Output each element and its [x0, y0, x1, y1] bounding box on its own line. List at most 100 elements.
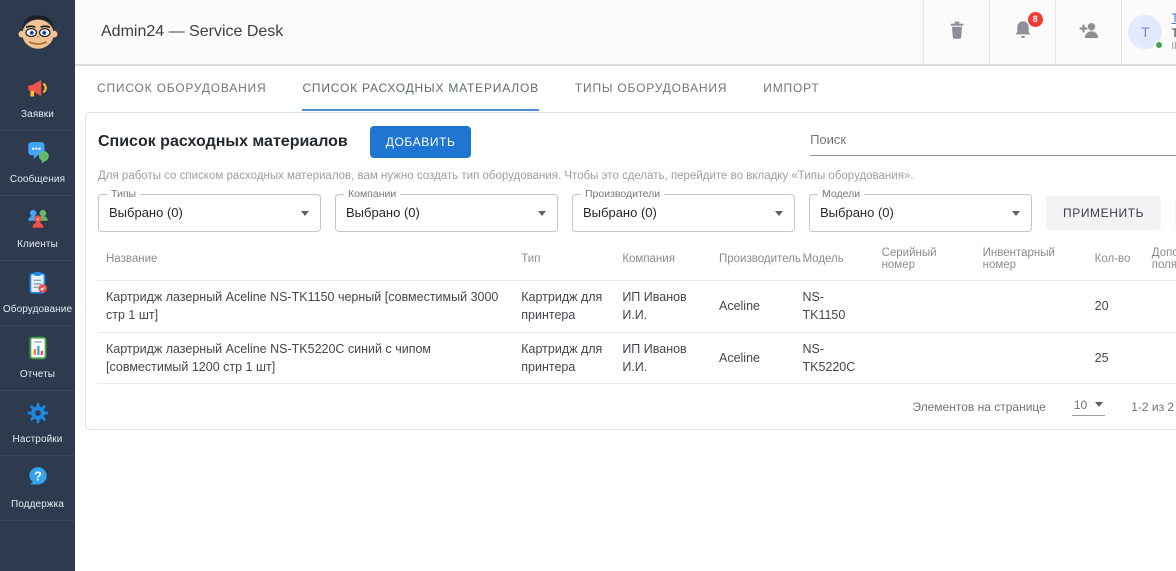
- user-avatar[interactable]: T: [1128, 15, 1162, 49]
- cell-type: Картридж для принтера: [513, 333, 614, 385]
- col-serial: Серийный номер: [874, 236, 975, 281]
- cell-extra-fields: [1144, 333, 1176, 385]
- trash-button[interactable]: [923, 0, 989, 64]
- sidebar-item-label: Поддержка: [11, 499, 64, 510]
- cell-model: NS-TK5220C: [794, 333, 873, 385]
- notification-badge: 8: [1028, 12, 1043, 27]
- reports-icon: [25, 335, 51, 361]
- chevron-down-icon: [1095, 402, 1103, 407]
- tab-bar: СПИСОК ОБОРУДОВАНИЯ СПИСОК РАСХОДНЫХ МАТ…: [75, 66, 1176, 111]
- cell-manufacturer: Aceline: [711, 281, 794, 333]
- filter-manufacturers-select[interactable]: Производители Выбрано (0): [572, 194, 795, 232]
- sidebar-item-label: Оборудование: [3, 304, 72, 315]
- add-user-button[interactable]: [1055, 0, 1121, 64]
- col-name: Название: [98, 236, 513, 281]
- cell-company: ИП Иванов И.И.: [614, 281, 711, 333]
- chat-icon: [25, 140, 51, 166]
- filter-value: Выбрано (0): [820, 205, 894, 220]
- sidebar-item-soobshcheniya[interactable]: Сообщения: [0, 131, 75, 196]
- filter-models-select[interactable]: Модели Выбрано (0): [809, 194, 1032, 232]
- sidebar-item-label: Настройки: [13, 434, 63, 445]
- sidebar-item-label: Отчеты: [20, 369, 55, 380]
- consumables-card: Список расходных материалов ДОБАВИТЬ Для…: [85, 112, 1176, 430]
- items-per-page-label: Элементов на странице: [912, 400, 1045, 414]
- filter-companies-select[interactable]: Компании Выбрано (0): [335, 194, 558, 232]
- tab-consumables-list[interactable]: СПИСОК РАСХОДНЫХ МАТЕРИАЛОВ: [302, 66, 538, 111]
- table-header-row: Название Тип Компания Производитель Моде…: [98, 236, 1176, 281]
- search-field: [810, 128, 1176, 156]
- add-button[interactable]: ДОБАВИТЬ: [370, 126, 472, 158]
- col-extra-fields: Дополнительные поля: [1144, 236, 1176, 281]
- svg-text:?: ?: [34, 469, 42, 484]
- cell-inventory: [975, 281, 1087, 333]
- app-title: Admin24 — Service Desk: [101, 23, 283, 41]
- sidebar-item-otchety[interactable]: Отчеты: [0, 326, 75, 391]
- user-name-link[interactable]: Тест: [1171, 11, 1176, 26]
- cell-qty: 25: [1087, 333, 1144, 385]
- cell-qty: 20: [1087, 281, 1144, 333]
- chevron-down-icon: [1012, 211, 1020, 216]
- main-area: Admin24 — Service Desk: [75, 0, 1176, 571]
- col-manufacturer: Производитель: [711, 236, 794, 281]
- filter-label: Компании: [344, 188, 400, 200]
- sidebar-item-klienty[interactable]: Клиенты: [0, 196, 75, 261]
- sidebar-item-nastroyki[interactable]: Настройки: [0, 391, 75, 456]
- consumables-table: Название Тип Компания Производитель Моде…: [98, 236, 1176, 384]
- pagination: Элементов на странице 10 1-2 из 2: [98, 383, 1176, 429]
- topbar: Admin24 — Service Desk: [75, 0, 1176, 66]
- equipment-icon: [25, 270, 51, 296]
- gear-icon: [25, 400, 51, 426]
- notifications-button[interactable]: 8: [989, 0, 1055, 64]
- avatar-face-icon: [13, 6, 63, 61]
- col-company: Компания: [614, 236, 711, 281]
- sidebar-item-podderzhka[interactable]: ? Поддержка: [0, 456, 75, 521]
- sidebar-item-oborudovanie[interactable]: Оборудование: [0, 261, 75, 326]
- trash-icon: [946, 19, 968, 46]
- cell-name: Картридж лазерный Aceline NS-TK5220C син…: [98, 333, 513, 385]
- cell-serial: [874, 281, 975, 333]
- tab-equipment-list[interactable]: СПИСОК ОБОРУДОВАНИЯ: [97, 66, 266, 111]
- filter-label: Модели: [818, 188, 864, 200]
- person-add-icon: [1077, 18, 1101, 47]
- sidebar-item-zayavki[interactable]: Заявки: [0, 66, 75, 131]
- filter-label: Производители: [581, 188, 664, 200]
- col-type: Тип: [513, 236, 614, 281]
- filter-types-select[interactable]: Типы Выбрано (0): [98, 194, 321, 232]
- chevron-down-icon: [538, 211, 546, 216]
- app-window: Заявки Сообщения Клиенты: [0, 0, 1176, 571]
- filters-row: Типы Выбрано (0) Компании Выбрано (0) Пр…: [98, 194, 1176, 232]
- cell-model: NS-TK1150: [794, 281, 873, 333]
- cell-extra-fields: [1144, 281, 1176, 333]
- col-inventory: Инвентарный номер: [975, 236, 1087, 281]
- cell-inventory: [975, 333, 1087, 385]
- filter-buttons: ПРИМЕНИТЬ СБРОСИТЬ: [1046, 196, 1176, 230]
- hint-text: Для работы со списком расходных материал…: [98, 170, 1176, 182]
- filter-label: Типы: [107, 188, 140, 200]
- megaphone-icon: [25, 75, 51, 101]
- user-id: ID: 12152: [1171, 41, 1176, 54]
- col-model: Модель: [794, 236, 873, 281]
- table-row: Картридж лазерный Aceline NS-TK1150 черн…: [98, 281, 1176, 333]
- online-status-dot: [1155, 41, 1163, 49]
- apply-button[interactable]: ПРИМЕНИТЬ: [1046, 196, 1161, 230]
- app-logo[interactable]: [0, 0, 75, 66]
- page-title: Список расходных материалов: [98, 133, 348, 151]
- filter-value: Выбрано (0): [583, 205, 657, 220]
- user-info: T Тест TestEnglish ID: 12152: [1121, 0, 1176, 64]
- user-login: TestEnglish: [1171, 26, 1176, 41]
- support-icon: ?: [25, 465, 51, 491]
- per-page-select[interactable]: 10: [1072, 398, 1105, 416]
- content: Список расходных материалов ДОБАВИТЬ Для…: [75, 111, 1176, 430]
- filter-value: Выбрано (0): [346, 205, 420, 220]
- cell-name: Картридж лазерный Aceline NS-TK1150 черн…: [98, 281, 513, 333]
- search-input[interactable]: [810, 132, 1176, 147]
- card-header-row: Список расходных материалов ДОБАВИТЬ: [98, 126, 1176, 158]
- tab-import[interactable]: ИМПОРТ: [763, 66, 819, 111]
- sidebar: Заявки Сообщения Клиенты: [0, 0, 75, 571]
- tab-equipment-types[interactable]: ТИПЫ ОБОРУДОВАНИЯ: [575, 66, 727, 111]
- bell-icon: 8: [1012, 19, 1034, 46]
- col-qty: Кол-во: [1087, 236, 1144, 281]
- cell-type: Картридж для принтера: [513, 281, 614, 333]
- page-range: 1-2 из 2: [1131, 400, 1174, 414]
- cell-manufacturer: Aceline: [711, 333, 794, 385]
